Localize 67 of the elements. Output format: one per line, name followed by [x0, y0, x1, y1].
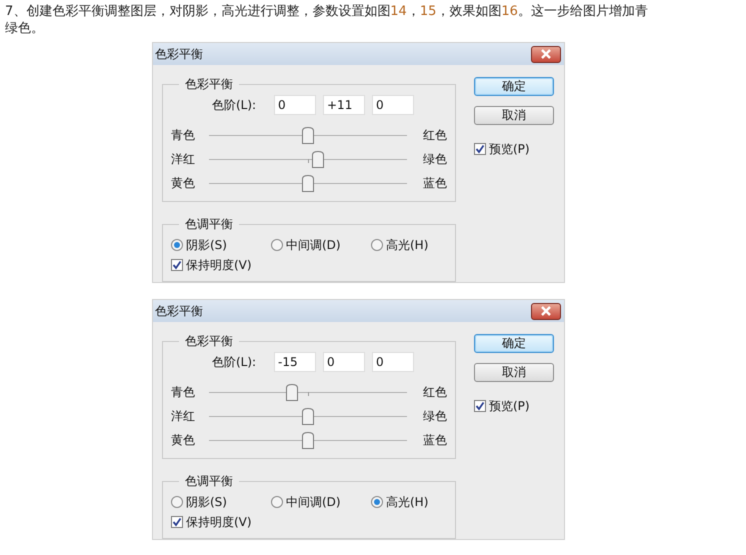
slider-label: 黄色 [171, 432, 196, 448]
levels-input[interactable]: 0 [372, 352, 414, 372]
radio-button[interactable] [371, 496, 383, 508]
checkbox[interactable] [171, 516, 183, 528]
radio-label: 中间调(D) [286, 236, 341, 254]
slider-label: 红色 [422, 126, 447, 144]
slider-label: 红色 [422, 384, 447, 400]
slider-track[interactable] [209, 126, 407, 144]
slider-thumb[interactable] [302, 174, 314, 192]
ok-button[interactable]: 确定 [474, 334, 554, 353]
levels-input[interactable]: 0 [274, 95, 316, 115]
group-title: 色调平衡 [184, 473, 234, 490]
close-button[interactable] [531, 46, 561, 62]
checkbox[interactable] [474, 400, 486, 412]
radio-button[interactable] [371, 239, 383, 251]
radio-button[interactable] [171, 496, 183, 508]
intro-paragraph: 7、创建色彩平衡调整图层，对阴影，高光进行调整，参数设置如图14，15，效果如图16。这一步给图片增加青绿色。 [5, 3, 649, 37]
radio-button[interactable] [271, 496, 283, 508]
radio-label: 阴影(S) [186, 494, 227, 510]
slider-track[interactable] [209, 174, 407, 192]
slider-thumb[interactable] [312, 150, 324, 168]
levels-input[interactable]: -15 [274, 352, 316, 372]
cancel-button[interactable]: 取消 [474, 106, 554, 125]
radio-label: 高光(H) [386, 236, 428, 254]
slider-thumb[interactable] [302, 408, 314, 424]
close-icon [540, 306, 552, 316]
levels-label: 色阶(L): [212, 354, 258, 370]
close-icon [540, 49, 552, 59]
slider-label: 绿色 [422, 150, 447, 168]
levels-input[interactable]: 0 [372, 95, 414, 115]
checkbox[interactable] [171, 259, 183, 271]
levels-input[interactable]: 0 [323, 352, 365, 372]
slider-label: 蓝色 [422, 174, 447, 192]
radio-button[interactable] [171, 239, 183, 251]
radio-label: 阴影(S) [186, 236, 227, 254]
slider-label: 洋红 [171, 408, 196, 424]
checkbox-label: 保持明度(V) [186, 514, 252, 530]
group-title: 色调平衡 [184, 216, 234, 233]
radio-label: 高光(H) [386, 494, 428, 510]
radio-button[interactable] [271, 239, 283, 251]
levels-input[interactable]: +11 [323, 95, 365, 115]
slider-thumb[interactable] [286, 384, 298, 400]
slider-track[interactable] [209, 384, 407, 400]
slider-label: 绿色 [422, 408, 447, 424]
checkbox-label: 保持明度(V) [186, 256, 252, 274]
slider-label: 洋红 [171, 150, 196, 168]
group-title: 色彩平衡 [184, 76, 234, 93]
ok-button[interactable]: 确定 [474, 77, 554, 96]
slider-label: 青色 [171, 384, 196, 400]
slider-label: 黄色 [171, 174, 196, 192]
cancel-button[interactable]: 取消 [474, 363, 554, 382]
slider-thumb[interactable] [302, 126, 314, 144]
slider-track[interactable] [209, 408, 407, 424]
radio-label: 中间调(D) [286, 494, 341, 510]
slider-track[interactable] [209, 150, 407, 168]
slider-track[interactable] [209, 432, 407, 448]
slider-thumb[interactable] [302, 432, 314, 448]
slider-label: 青色 [171, 126, 196, 144]
checkbox[interactable] [474, 143, 486, 155]
dialog-title: 色彩平衡 [155, 302, 203, 320]
checkbox-label: 预览(P) [489, 140, 530, 158]
group-title: 色彩平衡 [184, 333, 234, 350]
slider-label: 蓝色 [422, 432, 447, 448]
close-button[interactable] [531, 302, 561, 320]
dialog-title: 色彩平衡 [155, 46, 203, 62]
levels-label: 色阶(L): [212, 96, 258, 114]
checkbox-label: 预览(P) [489, 398, 530, 414]
